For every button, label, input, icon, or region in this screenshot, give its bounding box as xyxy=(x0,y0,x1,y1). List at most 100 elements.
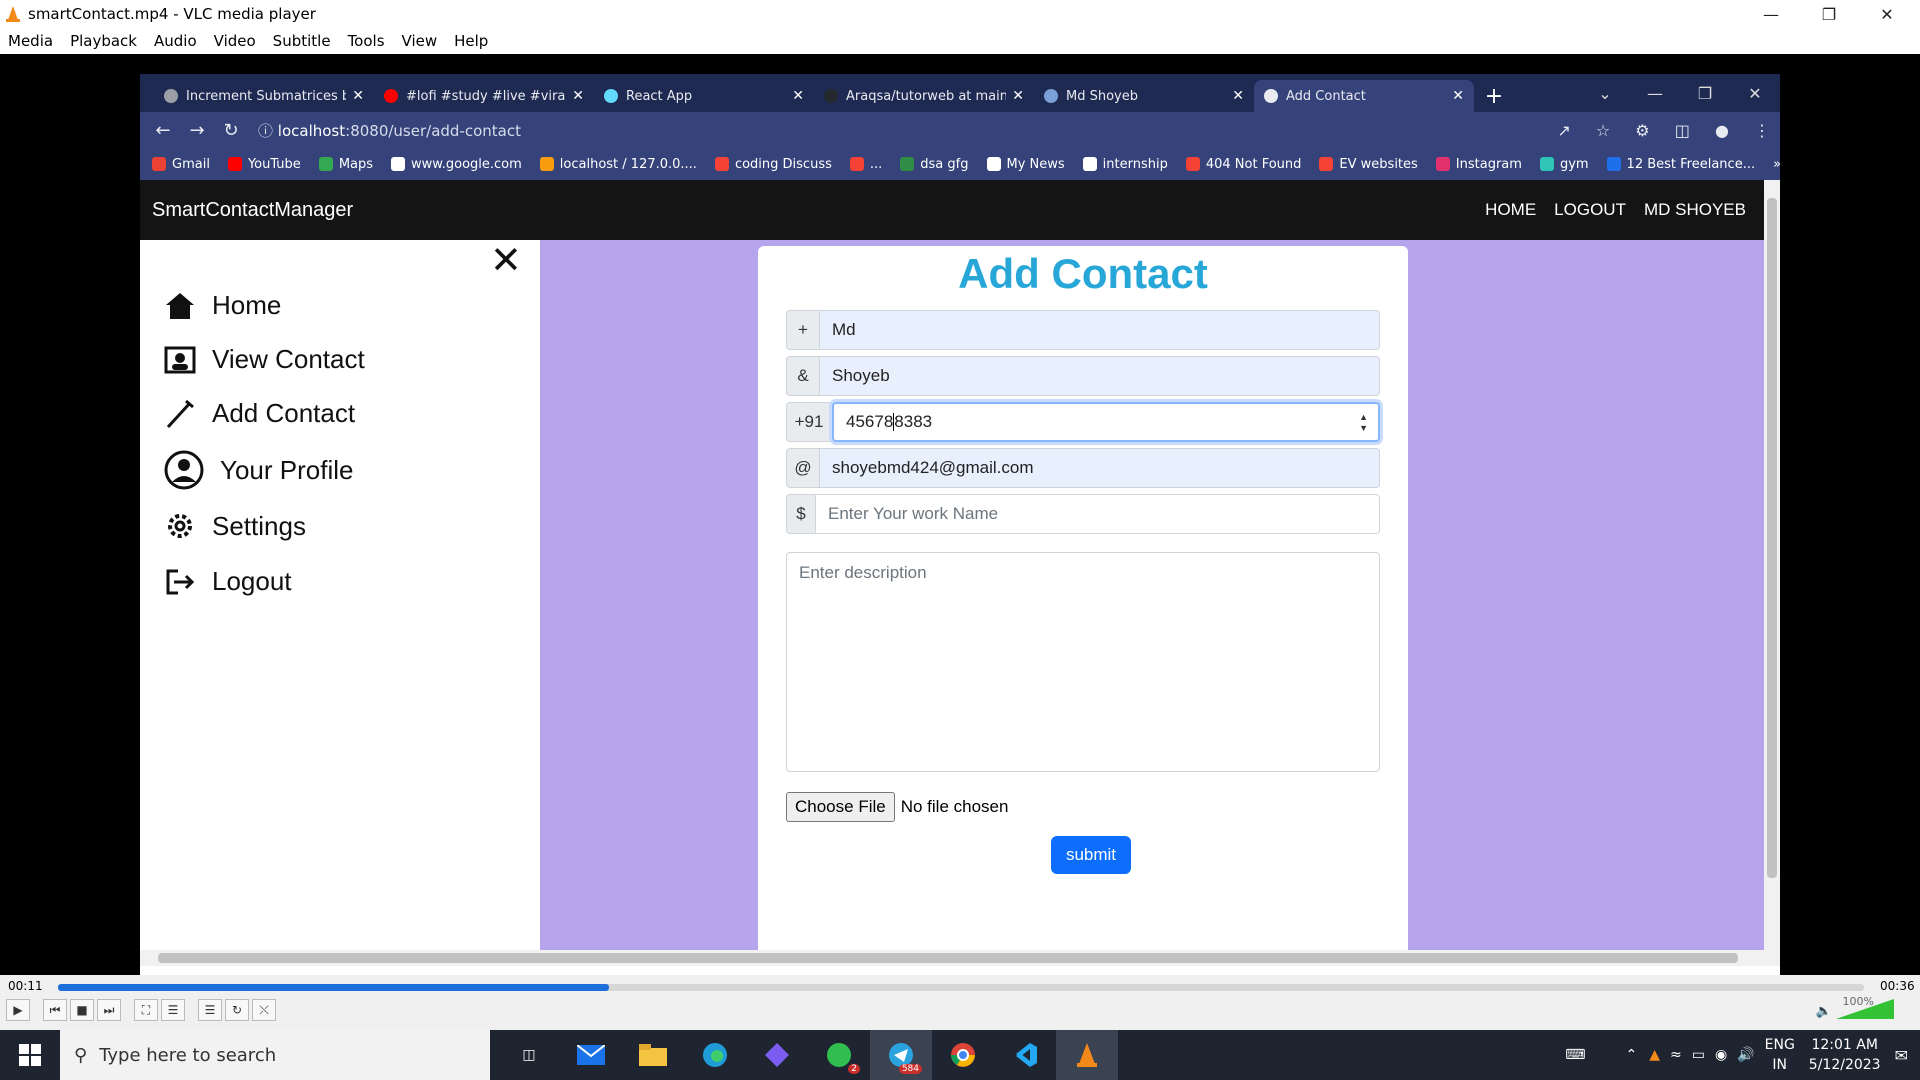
video-area[interactable]: Increment Submatrices by ( ✕ #lofi #stud… xyxy=(0,54,1920,976)
tab-close-icon[interactable]: ✕ xyxy=(572,88,584,104)
bookmark-item[interactable]: Maps xyxy=(318,157,373,172)
menu-video[interactable]: Video xyxy=(214,32,256,50)
horizontal-scrollbar[interactable] xyxy=(140,950,1780,966)
menu-playback[interactable]: Playback xyxy=(70,32,137,50)
sidebar-item-settings[interactable]: Settings xyxy=(164,510,306,542)
nav-user-link[interactable]: MD SHOYEB xyxy=(1644,200,1746,220)
work-input[interactable]: Enter Your work Name xyxy=(816,494,1380,534)
bookmark-item[interactable]: dsa gfg xyxy=(900,157,969,172)
scroll-thumb[interactable] xyxy=(158,953,1738,963)
fullscreen-button[interactable]: ⛶ xyxy=(134,999,158,1021)
description-textarea[interactable]: Enter description xyxy=(786,552,1380,772)
close-button[interactable]: ✕ xyxy=(1858,0,1916,28)
keyboard-icon[interactable]: ⌨ xyxy=(1565,1047,1585,1063)
nav-logout-link[interactable]: LOGOUT xyxy=(1554,200,1626,220)
submit-button[interactable]: submit xyxy=(1051,836,1131,874)
clock[interactable]: 12:01 AM 5/12/2023 xyxy=(1809,1035,1881,1075)
edge-icon[interactable] xyxy=(684,1030,746,1080)
menu-media[interactable]: Media xyxy=(8,32,53,50)
url-field[interactable]: ⓘ localhost:8080/user/add-contact xyxy=(258,120,1547,141)
bookmark-item[interactable]: localhost / 127.0.0.... xyxy=(539,157,697,172)
bookmark-item[interactable]: gym xyxy=(1539,157,1589,172)
next-button[interactable]: ⏭ xyxy=(97,999,121,1021)
extended-settings-button[interactable]: ☰ xyxy=(161,999,185,1021)
shuffle-button[interactable]: ⤬ xyxy=(252,999,276,1021)
phone-input[interactable]: 45678 8383 ▲ ▼ xyxy=(832,402,1380,442)
vlc-taskbar-icon[interactable] xyxy=(1056,1030,1118,1080)
seek-bar[interactable] xyxy=(58,984,1864,991)
volume-control[interactable]: 🔈 100% xyxy=(1816,995,1894,1019)
app-purple-icon[interactable] xyxy=(746,1030,808,1080)
vertical-scrollbar[interactable] xyxy=(1764,180,1780,958)
new-tab-button[interactable]: + xyxy=(1474,80,1514,112)
tab-close-icon[interactable]: ✕ xyxy=(352,88,364,104)
telegram-icon[interactable]: 584 xyxy=(870,1030,932,1080)
tab-increment-submatrices[interactable]: Increment Submatrices by ( ✕ xyxy=(154,80,374,112)
language-indicator[interactable]: ENG IN xyxy=(1765,1035,1795,1075)
bookmark-item[interactable]: coding Discuss xyxy=(714,157,832,172)
menu-help[interactable]: Help xyxy=(454,32,488,50)
sidebar-item-home[interactable]: Home xyxy=(164,290,281,321)
menu-subtitle[interactable]: Subtitle xyxy=(273,32,331,50)
browser-close-button[interactable]: ✕ xyxy=(1730,84,1780,103)
sidebar-item-your-profile[interactable]: Your Profile xyxy=(164,450,353,490)
reload-icon[interactable]: ↻ xyxy=(214,120,248,141)
first-name-input[interactable]: Md xyxy=(820,310,1380,350)
file-explorer-icon[interactable] xyxy=(622,1030,684,1080)
scroll-thumb[interactable] xyxy=(1767,198,1777,878)
task-view-icon[interactable]: ◫ xyxy=(498,1030,560,1080)
bookmark-item[interactable]: internship xyxy=(1082,157,1168,172)
stop-button[interactable]: ■ xyxy=(70,999,94,1021)
playlist-button[interactable]: ☰ xyxy=(198,999,222,1021)
wifi-icon[interactable]: ≈ xyxy=(1670,1047,1682,1063)
app-brand[interactable]: SmartContactManager xyxy=(152,199,353,222)
tab-lofi[interactable]: #lofi #study #live #viral #hi ✕ xyxy=(374,80,594,112)
sidebar-item-add-contact[interactable]: Add Contact xyxy=(164,398,355,429)
mail-icon[interactable] xyxy=(560,1030,622,1080)
vlc-tray-icon[interactable]: ▲ xyxy=(1649,1047,1660,1063)
play-button[interactable]: ▶ xyxy=(6,999,30,1021)
menu-audio[interactable]: Audio xyxy=(154,32,197,50)
browser-restore-button[interactable]: ❐ xyxy=(1680,84,1730,103)
battery-icon[interactable]: ▭ xyxy=(1692,1047,1705,1063)
sidepanel-icon[interactable]: ◫ xyxy=(1675,121,1690,140)
number-spinner-icon[interactable]: ▲ ▼ xyxy=(1359,412,1368,434)
sidebar-close-icon[interactable]: ✕ xyxy=(490,240,522,280)
share-icon[interactable]: ↗ xyxy=(1557,121,1570,140)
back-icon[interactable]: ← xyxy=(146,120,180,141)
minimize-button[interactable]: — xyxy=(1742,0,1800,28)
previous-button[interactable]: ⏮ xyxy=(43,999,67,1021)
tab-tutorweb[interactable]: Araqsa/tutorweb at main · / ✕ xyxy=(814,80,1034,112)
notification-icon[interactable]: ✉ xyxy=(1895,1046,1908,1065)
last-name-input[interactable]: Shoyeb xyxy=(820,356,1380,396)
extensions-icon[interactable]: ⚙ xyxy=(1635,121,1649,140)
whatsapp-icon[interactable]: 2 xyxy=(808,1030,870,1080)
choose-file-button[interactable]: Choose File xyxy=(786,792,895,822)
bookmark-item[interactable]: 404 Not Found xyxy=(1185,157,1301,172)
bookmark-item[interactable]: Instagram xyxy=(1435,157,1522,172)
menu-kebab-icon[interactable]: ⋮ xyxy=(1754,121,1770,140)
loop-button[interactable]: ↻ xyxy=(225,999,249,1021)
bookmark-item[interactable]: Gmail xyxy=(152,157,210,172)
star-icon[interactable]: ☆ xyxy=(1596,121,1610,140)
chrome-icon[interactable] xyxy=(932,1030,994,1080)
bookmark-item[interactable]: 12 Best Freelance... xyxy=(1606,157,1755,172)
vscode-icon[interactable] xyxy=(994,1030,1056,1080)
tab-add-contact[interactable]: Add Contact ✕ xyxy=(1254,80,1474,112)
email-input[interactable]: shoyebmd424@gmail.com xyxy=(820,448,1380,488)
taskbar-search[interactable]: ⚲ Type here to search xyxy=(60,1030,490,1080)
chevron-up-icon[interactable]: ⌃ xyxy=(1625,1047,1637,1063)
restore-button[interactable]: ❐ xyxy=(1800,0,1858,28)
meet-icon[interactable]: ◉ xyxy=(1715,1047,1727,1063)
windows-start-icon[interactable] xyxy=(0,1030,60,1080)
tab-close-icon[interactable]: ✕ xyxy=(1232,88,1244,104)
sidebar-item-view-contact[interactable]: View Contact xyxy=(164,344,365,375)
bookmark-item[interactable]: EV websites xyxy=(1319,157,1418,172)
bookmark-item[interactable]: www.google.com xyxy=(391,157,522,172)
bookmark-item[interactable]: YouTube xyxy=(227,157,301,172)
nav-home-link[interactable]: HOME xyxy=(1485,200,1536,220)
browser-minimize-button[interactable]: — xyxy=(1630,84,1680,103)
tab-react-app[interactable]: React App ✕ xyxy=(594,80,814,112)
tab-close-icon[interactable]: ✕ xyxy=(1452,88,1464,104)
bookmark-item[interactable]: My News xyxy=(986,157,1065,172)
